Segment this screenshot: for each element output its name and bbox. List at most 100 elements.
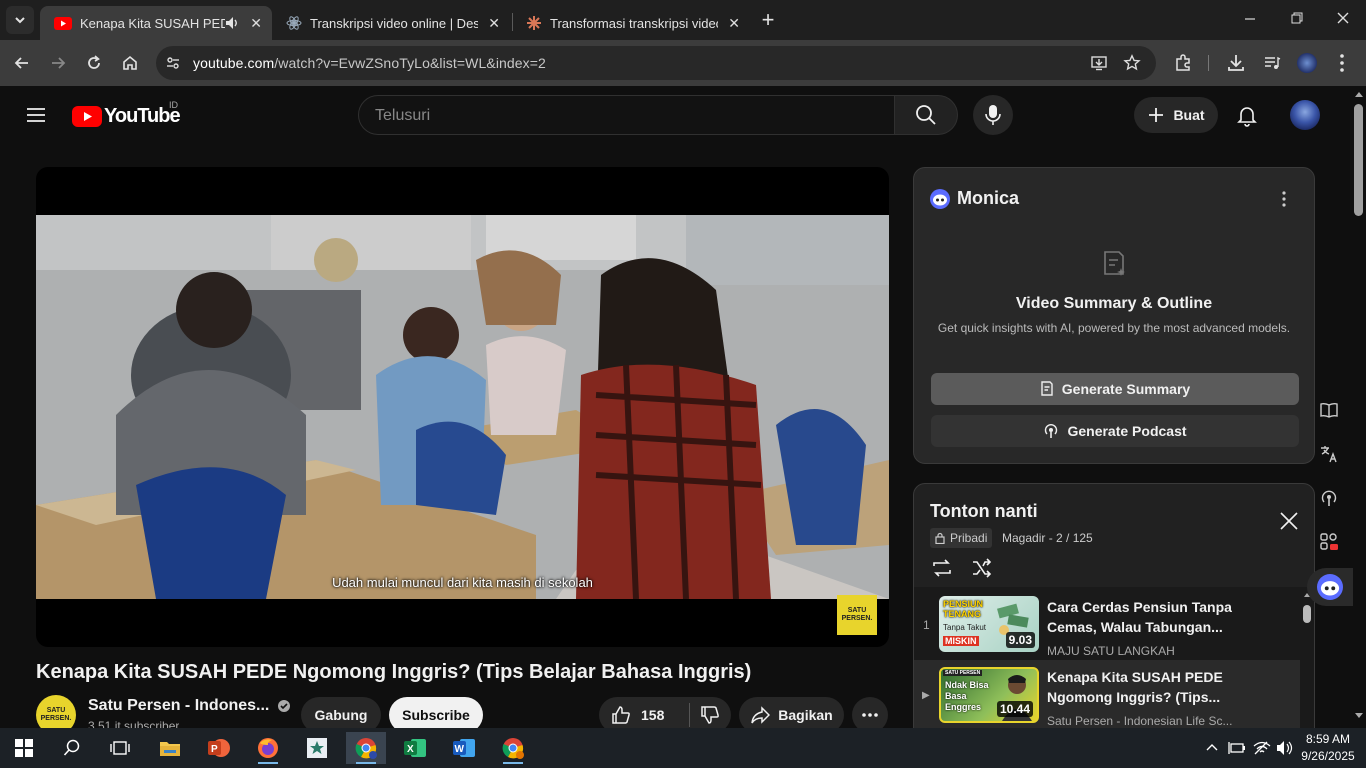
start-button[interactable]	[4, 732, 44, 764]
scroll-down-arrow[interactable]	[1355, 713, 1363, 718]
reader-button[interactable]	[1316, 397, 1342, 423]
window-close-button[interactable]	[1333, 8, 1353, 28]
close-icon[interactable]: ✕	[250, 15, 262, 32]
playlist-items: 1 PENSIUN TENANG Tanpa Takut MISKIN 9.03…	[914, 587, 1314, 742]
playlist-item-title[interactable]: Kenapa Kita SUSAH PEDE Ngomong Inggris? …	[1047, 667, 1247, 707]
windows-logo-icon	[15, 739, 33, 757]
tab-active[interactable]: Kenapa Kita SUSAH PEDE N ✕	[40, 6, 272, 40]
minimize-button[interactable]	[1240, 8, 1260, 28]
svg-text:W: W	[455, 744, 465, 755]
powerpoint-icon: P	[208, 739, 230, 757]
volume-icon[interactable]	[1276, 740, 1294, 756]
firefox-button[interactable]	[248, 732, 288, 764]
site-info-icon[interactable]	[165, 55, 181, 71]
now-playing-icon: ▶	[922, 690, 930, 701]
download-icon[interactable]	[1226, 53, 1246, 73]
podcast-rail-button[interactable]	[1316, 485, 1342, 511]
powerpoint-button[interactable]: P	[199, 732, 239, 764]
playlist-thumbnail[interactable]: SATU PERSEN Ndak Bisa Basa Enggres 10.44	[939, 667, 1039, 723]
network-icon[interactable]	[1253, 740, 1271, 756]
monica-logo-icon	[930, 188, 950, 209]
more-vert-icon	[1340, 54, 1344, 72]
close-icon[interactable]: ✕	[488, 15, 500, 32]
task-view-button[interactable]	[100, 732, 140, 764]
excel-button[interactable]: X	[395, 732, 435, 764]
region-badge: ID	[169, 100, 178, 110]
battery-icon[interactable]	[1228, 740, 1246, 756]
tab-transkripsi[interactable]: Transkripsi video online | Desgn ✕	[272, 6, 510, 40]
excel-icon: X	[404, 739, 426, 757]
video-player[interactable]: Udah mulai muncul dari kita masih di sek…	[36, 167, 889, 647]
playlist-thumbnail[interactable]: PENSIUN TENANG Tanpa Takut MISKIN 9.03	[939, 596, 1039, 652]
notifications-button[interactable]	[1235, 103, 1259, 127]
like-count: 158	[641, 707, 665, 723]
playlist-scrollbar[interactable]	[1301, 587, 1314, 742]
translate-button[interactable]	[1316, 441, 1342, 467]
playlist-scrollbar-thumb[interactable]	[1303, 605, 1311, 623]
channel-name[interactable]: Satu Persen - Indones...	[88, 697, 269, 715]
create-button[interactable]: Buat	[1134, 97, 1218, 133]
channel-watermark[interactable]: SATU PERSEN.	[837, 595, 877, 635]
home-button[interactable]	[117, 50, 143, 76]
share-label: Bagikan	[778, 707, 833, 723]
loop-button[interactable]	[930, 557, 954, 579]
loop-icon	[933, 559, 951, 577]
scrollbar-thumb[interactable]	[1354, 104, 1363, 216]
microphone-icon	[985, 105, 1001, 125]
bookmark-star-icon[interactable]	[1123, 54, 1141, 72]
browser-toolbar: youtube.com/watch?v=EvwZSnoTyLo&list=WL&…	[0, 40, 1366, 86]
monica-menu-button[interactable]	[1278, 190, 1290, 208]
back-button[interactable]	[9, 50, 35, 76]
taskbar-search-button[interactable]	[52, 732, 92, 764]
search-button[interactable]	[894, 95, 958, 135]
apps-button[interactable]	[1316, 529, 1342, 555]
forward-button[interactable]	[45, 50, 71, 76]
restore-button[interactable]	[1287, 8, 1307, 28]
pinned-app-button[interactable]	[297, 732, 337, 764]
share-icon	[751, 706, 771, 724]
address-bar[interactable]: youtube.com/watch?v=EvwZSnoTyLo&list=WL&…	[156, 46, 1156, 80]
tab-search-button[interactable]	[6, 6, 34, 34]
monica-brand: Monica	[957, 188, 1020, 208]
generate-summary-button[interactable]: Generate Summary	[931, 373, 1299, 405]
generate-podcast-button[interactable]: Generate Podcast	[931, 415, 1299, 447]
speaker-icon[interactable]	[225, 16, 239, 30]
video-caption: Udah mulai muncul dari kita masih di sek…	[332, 575, 593, 590]
playlist-close-button[interactable]	[1278, 510, 1300, 532]
search-input[interactable]: Telusuri	[358, 95, 895, 135]
apps-grid-icon	[1320, 533, 1338, 550]
browser-menu-button[interactable]	[1335, 52, 1349, 74]
playlist-item[interactable]: 1 PENSIUN TENANG Tanpa Takut MISKIN 9.03…	[914, 590, 1300, 660]
page-scrollbar[interactable]	[1352, 86, 1366, 728]
generate-podcast-label: Generate Podcast	[1067, 423, 1187, 439]
channel-name-row[interactable]: Satu Persen - Indones...	[88, 697, 291, 715]
tray-overflow-button[interactable]	[1204, 740, 1220, 756]
toolbar-divider	[1208, 55, 1209, 71]
reload-button[interactable]	[81, 50, 107, 76]
monica-toggle-button[interactable]	[1307, 568, 1353, 606]
svg-text:P: P	[211, 744, 218, 755]
playlist-item-title[interactable]: Cara Cerdas Pensiun Tanpa Cemas, Walau T…	[1047, 597, 1247, 637]
file-explorer-button[interactable]	[150, 732, 190, 764]
close-icon	[1337, 12, 1349, 24]
scroll-up-arrow[interactable]	[1355, 92, 1363, 97]
youtube-logo[interactable]: YouTube ID	[72, 100, 181, 128]
extensions-icon[interactable]	[1173, 53, 1193, 73]
guide-menu-button[interactable]	[24, 103, 48, 127]
tab-transformasi[interactable]: Transformasi transkripsi video n ✕	[512, 6, 750, 40]
word-button[interactable]: W	[444, 732, 484, 764]
chrome-button-active[interactable]	[346, 732, 386, 764]
chrome-profile-button[interactable]	[493, 732, 533, 764]
thumb-bottom-text: MISKIN	[943, 636, 979, 646]
media-control-icon[interactable]	[1262, 53, 1282, 73]
video-frame[interactable]: Udah mulai muncul dari kita masih di sek…	[36, 215, 889, 599]
profile-avatar[interactable]	[1297, 53, 1317, 73]
close-icon[interactable]: ✕	[728, 15, 740, 32]
clock[interactable]: 8:59 AM 9/26/2025	[1300, 731, 1356, 765]
account-avatar[interactable]	[1290, 100, 1320, 130]
new-tab-button[interactable]: +	[758, 7, 778, 33]
shuffle-button[interactable]	[970, 557, 994, 579]
voice-search-button[interactable]	[973, 95, 1013, 135]
thumbs-up-icon	[612, 706, 630, 724]
install-app-icon[interactable]	[1090, 54, 1108, 72]
